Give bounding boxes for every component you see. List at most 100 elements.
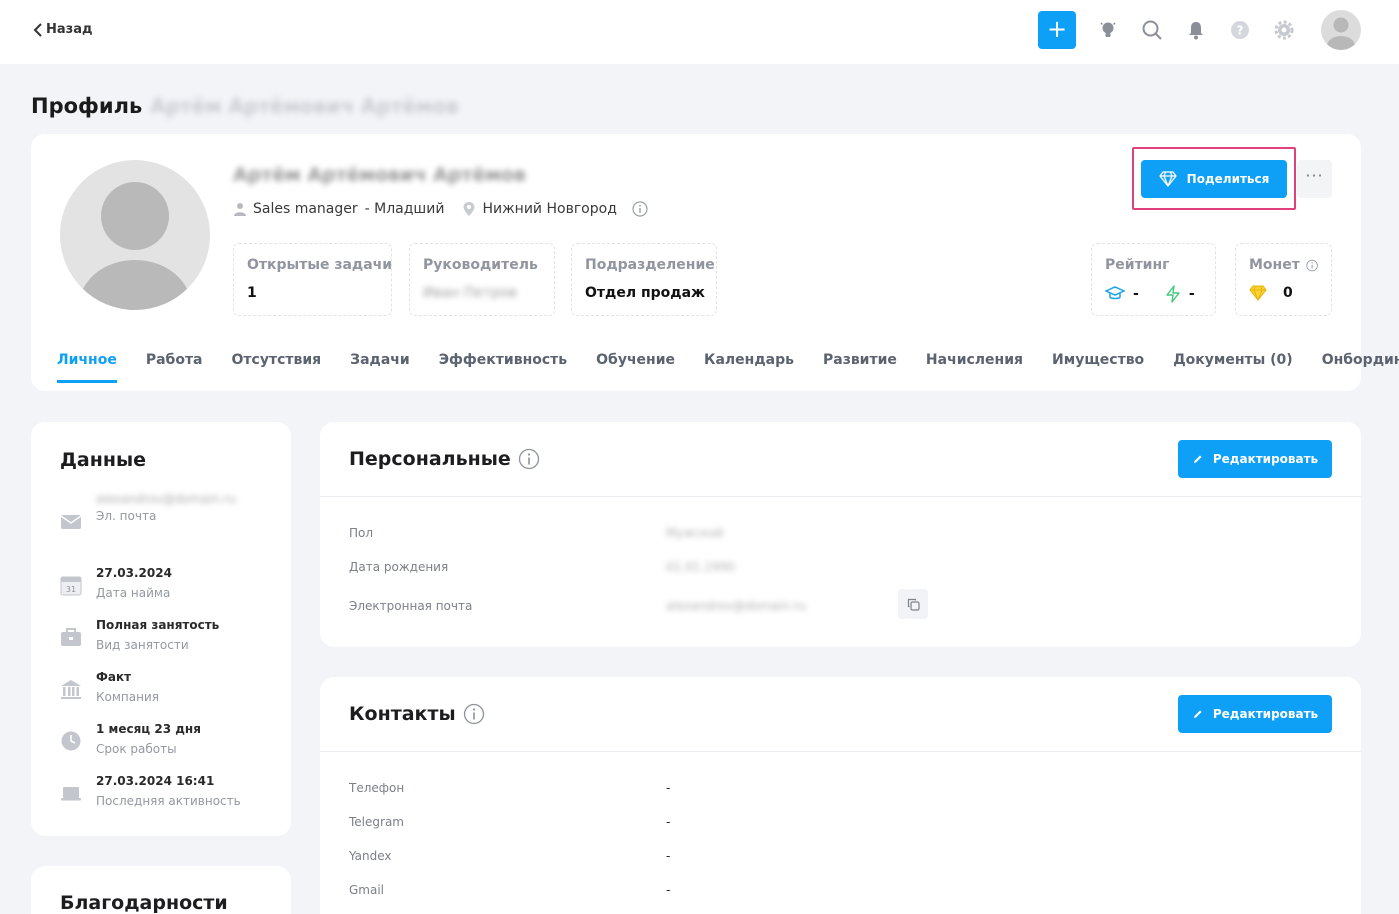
tab-work[interactable]: Работа [146, 352, 203, 383]
tenure-label: Срок работы [96, 742, 177, 756]
back-button[interactable]: Назад [33, 22, 92, 37]
more-icon: ··· [1305, 166, 1324, 185]
edu-rating-value: - [1133, 286, 1139, 302]
contacts-panel-header: Контакты Редактировать [320, 677, 1361, 752]
share-button[interactable]: Поделиться [1141, 160, 1287, 198]
tab-development[interactable]: Развитие [823, 352, 897, 383]
top-bar: Назад + ? [0, 0, 1399, 64]
info-last-activity: 27.03.2024 16:41 Последняя активность [60, 774, 280, 808]
field-label: Телефон [349, 781, 405, 795]
stat-label: Монет [1249, 257, 1318, 273]
info-icon[interactable] [463, 703, 485, 725]
contacts-title: Контакты [349, 703, 485, 725]
edit-label: Редактировать [1212, 707, 1319, 721]
back-label: Назад [46, 22, 93, 37]
copy-email-button[interactable] [898, 589, 928, 619]
info-company: Факт Компания [60, 670, 280, 704]
company-label: Компания [96, 690, 159, 704]
stat-label: Рейтинг [1105, 257, 1170, 273]
diamond-icon [1159, 171, 1177, 187]
company-value: Факт [96, 670, 132, 684]
field-label: Электронная почта [349, 599, 473, 613]
tab-personal[interactable]: Личное [57, 352, 117, 383]
lightbulb-icon[interactable] [1091, 13, 1125, 47]
field-label: Yandex [349, 849, 392, 863]
tab-property[interactable]: Имущество [1052, 352, 1144, 383]
stat-label: Руководитель [423, 257, 538, 273]
svg-text:?: ? [1237, 24, 1244, 38]
stat-value: 1 [247, 285, 257, 301]
employment-value: Полная занятость [96, 618, 220, 632]
field-label: Дата рождения [349, 560, 449, 574]
hire-date-value: 27.03.2024 [96, 566, 172, 580]
plus-icon: + [1046, 15, 1068, 43]
data-card-title: Данные [60, 449, 147, 471]
field-value: - [666, 815, 671, 829]
field-value: 01.01.1990 [666, 560, 735, 574]
edit-label: Редактировать [1212, 452, 1319, 466]
page-title-name: Артём Артёмович Артёмов [150, 94, 459, 118]
tab-accruals[interactable]: Начисления [926, 352, 1023, 383]
tab-tasks[interactable]: Задачи [350, 352, 410, 383]
profile-card: Артём Артёмович Артёмов Sales manager - … [31, 134, 1399, 391]
field-label: Telegram [349, 815, 404, 829]
field-value: alexandrov@domain.ru [666, 599, 806, 613]
coins-label: Монет [1249, 257, 1300, 273]
thanks-card: Благодарности [31, 866, 291, 914]
tenure-value: 1 месяц 23 дня [96, 722, 201, 736]
field-label: Пол [349, 526, 374, 540]
more-options-button[interactable]: ··· [1297, 160, 1332, 198]
email-value: alexandrov@domain.ru [96, 492, 236, 506]
info-employment: Полная занятость Вид занятости [60, 618, 280, 652]
edit-personal-button[interactable]: Редактировать [1178, 440, 1332, 478]
tab-absences[interactable]: Отсутствия [232, 352, 322, 383]
stat-value: Отдел продаж [585, 285, 705, 301]
tab-onboarding[interactable]: Онбординг [1322, 352, 1399, 383]
stat-department[interactable]: Подразделение Отдел продаж [571, 243, 717, 316]
diamond-icon [1249, 285, 1267, 301]
data-card: Данные alexandrov@domain.ru Эл. почта 31… [31, 422, 291, 836]
add-button[interactable]: + [1038, 11, 1076, 49]
info-icon[interactable] [518, 448, 540, 470]
briefcase-icon [61, 628, 81, 646]
user-avatar[interactable] [1321, 10, 1361, 50]
stat-label: Открытые задачи [247, 257, 393, 273]
info-icon[interactable] [632, 201, 648, 217]
grade-text: - Младший [364, 201, 445, 217]
info-hire-date: 31 27.03.2024 Дата найма [60, 566, 280, 600]
tab-documents[interactable]: Документы (0) [1173, 352, 1293, 383]
edit-contacts-button[interactable]: Редактировать [1178, 695, 1332, 733]
stat-open-tasks[interactable]: Открытые задачи 1 [233, 243, 392, 316]
thanks-card-title: Благодарности [60, 892, 228, 914]
calendar-icon: 31 [60, 576, 82, 596]
graduation-cap-icon [1105, 286, 1125, 300]
field-value: - [666, 781, 671, 795]
help-icon[interactable]: ? [1223, 13, 1257, 47]
stat-manager[interactable]: Руководитель Иван Петров [409, 243, 555, 316]
profile-name: Артём Артёмович Артёмов [233, 164, 526, 186]
hire-date-label: Дата найма [96, 586, 171, 600]
field-value: - [666, 883, 671, 897]
rating-values: - - [1105, 285, 1202, 303]
stat-coins[interactable]: Монет 0 [1235, 243, 1332, 316]
tab-efficiency[interactable]: Эффективность [439, 352, 567, 383]
laptop-icon [61, 787, 81, 801]
mail-icon [60, 515, 82, 529]
stat-rating[interactable]: Рейтинг - - [1091, 243, 1216, 316]
personal-title-text: Персональные [349, 448, 511, 470]
search-icon[interactable] [1135, 13, 1169, 47]
tab-calendar[interactable]: Календарь [704, 352, 794, 383]
tab-learning[interactable]: Обучение [596, 352, 675, 383]
position-text: Sales manager [253, 201, 358, 217]
gear-icon[interactable] [1267, 13, 1301, 47]
lightning-icon [1166, 285, 1180, 303]
contacts-title-text: Контакты [349, 703, 456, 725]
chevron-left-icon [33, 22, 42, 37]
bell-icon[interactable] [1179, 13, 1213, 47]
personal-panel: Персональные Редактировать Пол Мужской Д… [320, 422, 1361, 647]
info-tenure: 1 месяц 23 дня Срок работы [60, 722, 280, 756]
info-icon[interactable] [1306, 258, 1318, 273]
share-label: Поделиться [1186, 172, 1270, 186]
profile-tabs: Личное Работа Отсутствия Задачи Эффектив… [57, 352, 1399, 383]
location-icon [463, 202, 475, 216]
